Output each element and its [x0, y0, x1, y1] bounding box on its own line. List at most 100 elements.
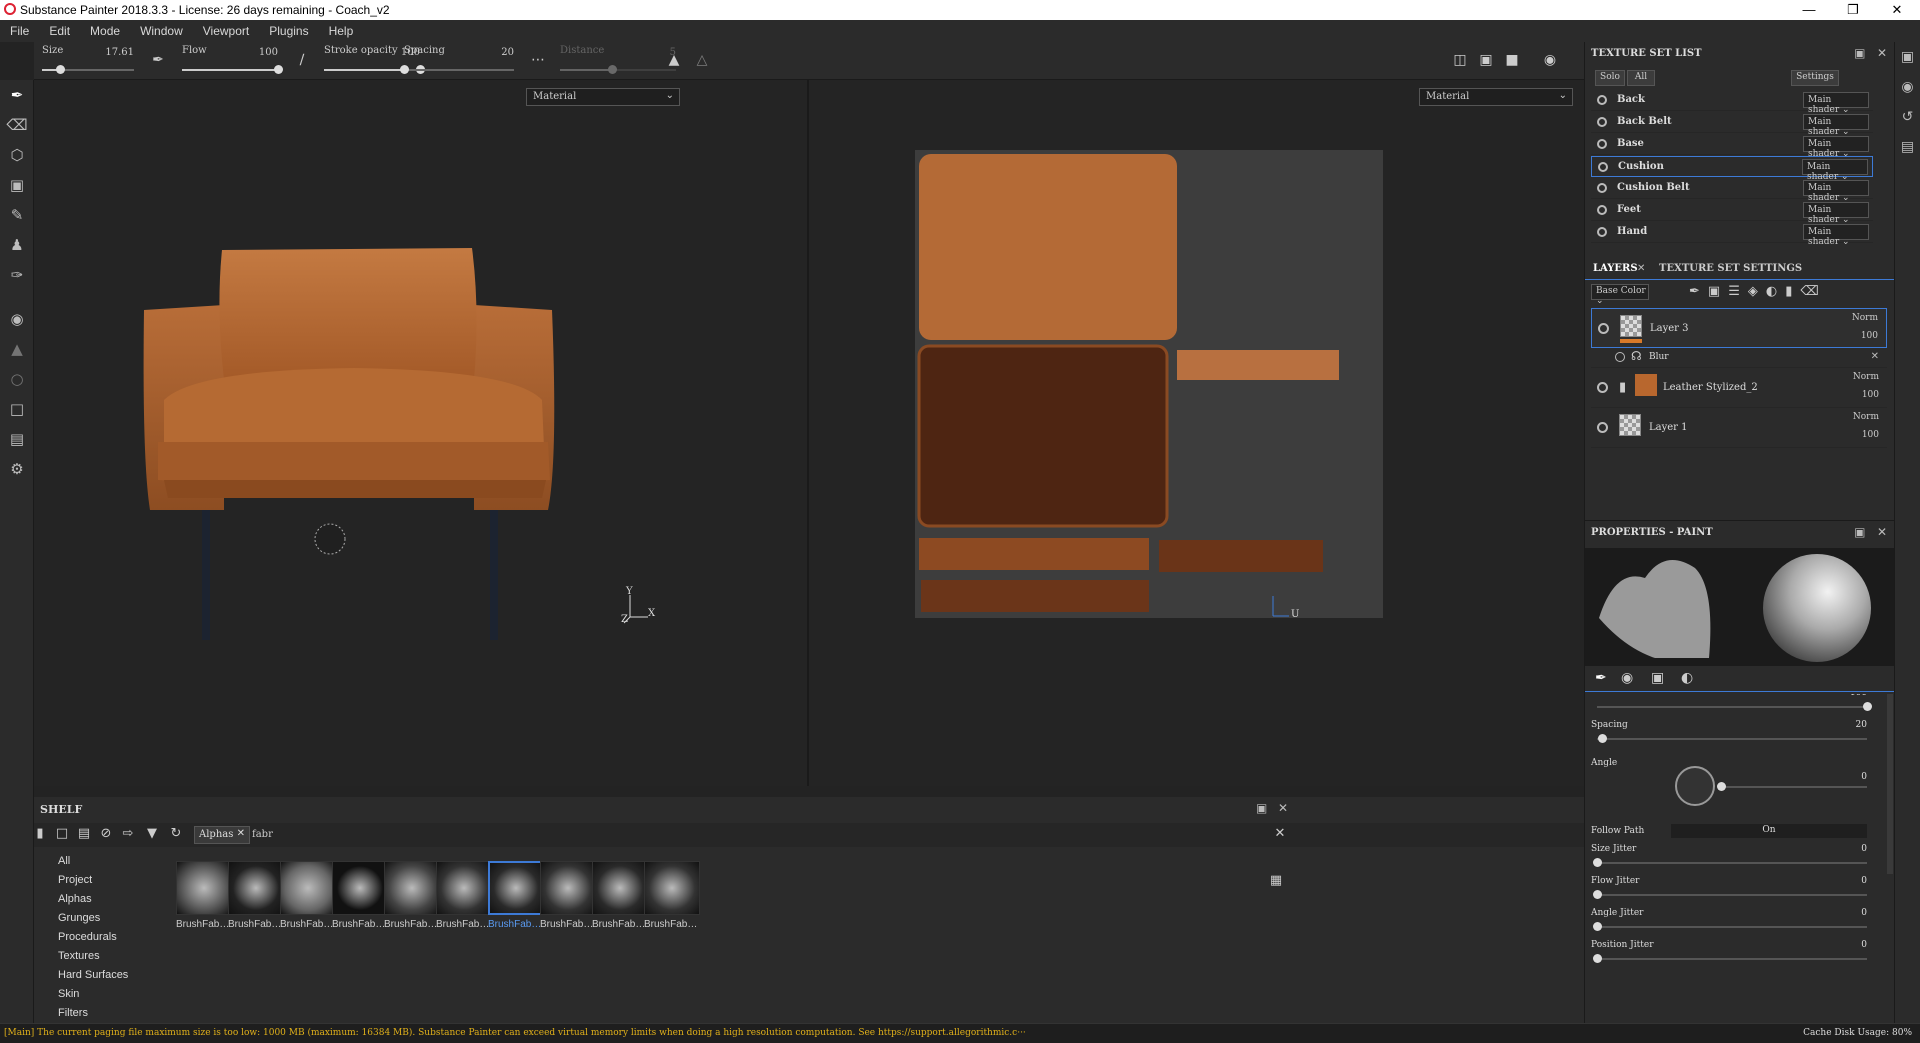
- filter-icon[interactable]: ▼: [142, 826, 162, 844]
- flow-jitter-value[interactable]: 0: [1861, 876, 1867, 886]
- menu-file[interactable]: File: [0, 20, 39, 38]
- prop-angle-jitter[interactable]: Angle Jitter 0: [1591, 908, 1873, 938]
- import-icon[interactable]: ⇨: [118, 826, 138, 844]
- log-icon[interactable]: ▤: [1895, 132, 1920, 162]
- texture-set-row[interactable]: Cushion Main shader ⌄: [1591, 156, 1873, 182]
- category-alphas[interactable]: Alphas: [34, 891, 164, 910]
- add-folder-icon[interactable]: ▮: [1785, 284, 1800, 299]
- history-icon[interactable]: ↺: [1895, 102, 1920, 132]
- add-paint-layer-icon[interactable]: ◈: [1748, 284, 1766, 299]
- flow-jitter-handle[interactable]: [1593, 890, 1602, 899]
- size-slider-handle[interactable]: [56, 65, 66, 74]
- shelf-item[interactable]: BrushFabri...: [436, 861, 492, 939]
- solo-button[interactable]: Solo: [1595, 70, 1625, 86]
- prop-follow-path[interactable]: Follow Path On: [1591, 824, 1873, 844]
- smudge-icon[interactable]: ✎: [0, 200, 34, 230]
- visibility-eye-icon[interactable]: [1598, 162, 1608, 172]
- texture-set-settings-dropdown[interactable]: Settings: [1791, 70, 1839, 86]
- effect-visibility-icon[interactable]: [1615, 352, 1625, 362]
- clone-stamp-icon[interactable]: ♟: [0, 230, 34, 260]
- category-procedurals[interactable]: Procedurals: [34, 929, 164, 948]
- spacing-slider[interactable]: Spacing 20: [396, 42, 520, 80]
- grid-view-icon[interactable]: ▦: [1266, 873, 1286, 891]
- polygon-fill-icon[interactable]: ▣: [0, 170, 34, 200]
- flow-slider-handle[interactable]: [274, 65, 283, 74]
- shelf-item[interactable]: BrushFabri...: [384, 861, 440, 939]
- screenshot-icon[interactable]: ◉: [1540, 50, 1560, 70]
- hide-icon[interactable]: ⊘: [96, 826, 116, 844]
- clear-search-icon[interactable]: ✕: [1270, 826, 1290, 844]
- position-jitter-handle[interactable]: [1593, 954, 1602, 963]
- menu-help[interactable]: Help: [319, 20, 364, 38]
- shader-settings-icon[interactable]: ◉: [1895, 72, 1920, 102]
- tab-texture-set-settings[interactable]: TEXTURE SET SETTINGS: [1659, 263, 1802, 274]
- prop-stroke-opacity[interactable]: 100: [1591, 694, 1873, 711]
- filter-chip[interactable]: Alphas ✕: [194, 826, 250, 844]
- texture-set-row[interactable]: Back Belt Main shader ⌄: [1591, 112, 1873, 137]
- shelf-item[interactable]: BrushFabri...: [540, 861, 596, 939]
- split-view-icon[interactable]: ◫: [1450, 50, 1470, 70]
- size-value[interactable]: 17.61: [105, 47, 134, 58]
- shader-dropdown[interactable]: Main shader ⌄: [1803, 92, 1869, 115]
- save-icon[interactable]: ▤: [74, 826, 94, 844]
- visibility-eye-icon[interactable]: [1597, 117, 1607, 127]
- symmetry-settings-icon[interactable]: △: [692, 50, 712, 70]
- new-tab-icon[interactable]: □: [52, 826, 72, 844]
- texture-set-row[interactable]: Base Main shader ⌄: [1591, 134, 1873, 159]
- menu-edit[interactable]: Edit: [39, 20, 80, 38]
- prop-flow-jitter[interactable]: Flow Jitter 0: [1591, 876, 1873, 906]
- restore-icon[interactable]: ❐: [1830, 0, 1876, 20]
- delete-layer-icon[interactable]: ⌫: [1800, 284, 1826, 299]
- angle-jitter-handle[interactable]: [1593, 922, 1602, 931]
- status-message[interactable]: [Main] The current paging file maximum s…: [4, 1028, 1704, 1038]
- visibility-eye-icon[interactable]: [1597, 183, 1607, 193]
- layer-opacity[interactable]: 100: [1862, 430, 1879, 440]
- menu-mode[interactable]: Mode: [80, 20, 130, 38]
- shader-dropdown[interactable]: Main shader ⌄: [1803, 136, 1869, 159]
- angle-jitter-value[interactable]: 0: [1861, 908, 1867, 918]
- layer-opacity[interactable]: 100: [1862, 390, 1879, 400]
- paint-brush-icon[interactable]: ✒: [0, 80, 34, 110]
- refresh-icon[interactable]: ↻: [166, 826, 186, 844]
- visibility-eye-icon[interactable]: [1597, 95, 1607, 105]
- position-jitter-value[interactable]: 0: [1861, 940, 1867, 950]
- properties-scrollbar[interactable]: [1887, 694, 1893, 874]
- export-icon[interactable]: ▤: [0, 424, 34, 454]
- shelf-item[interactable]: BrushFabri...: [644, 861, 700, 939]
- shelf-item[interactable]: BrushFabri...: [280, 861, 336, 939]
- close-panel-icon[interactable]: ✕: [1877, 525, 1887, 539]
- spacing-value[interactable]: 20: [501, 47, 514, 58]
- layer-row-leather-stylized[interactable]: ▮ Leather Stylized_2 Norm 100: [1591, 368, 1887, 408]
- shader-dropdown[interactable]: Main shader ⌄: [1802, 159, 1868, 182]
- angle-value[interactable]: 0: [1861, 772, 1867, 782]
- display-cube-icon[interactable]: ▣: [1476, 50, 1496, 70]
- blend-mode[interactable]: Norm: [1853, 412, 1879, 422]
- texture-set-row[interactable]: Hand Main shader ⌄: [1591, 222, 1873, 247]
- prop-size-jitter[interactable]: Size Jitter 0: [1591, 844, 1873, 874]
- layer-row-layer-1[interactable]: Layer 1 Norm 100: [1591, 408, 1887, 448]
- float-panel-icon[interactable]: ▣: [1854, 46, 1865, 60]
- add-smart-material-icon[interactable]: ◐: [1766, 284, 1785, 299]
- category-filters[interactable]: Filters: [34, 1005, 164, 1024]
- close-panel-icon[interactable]: ✕: [1877, 46, 1887, 60]
- add-mask-icon[interactable]: ▣: [1708, 284, 1728, 299]
- flow-slider[interactable]: Flow 100: [174, 42, 284, 80]
- angle-dial[interactable]: [1675, 766, 1715, 806]
- follow-path-toggle[interactable]: On: [1671, 824, 1867, 838]
- properties-scroll[interactable]: 100 Spacing 20 Angle 0 Follow Path On Size…: [1585, 694, 1885, 1023]
- close-window-icon[interactable]: ✕: [1874, 0, 1920, 20]
- symmetry-icon[interactable]: ▲: [664, 50, 684, 70]
- pen-pressure-flow-icon[interactable]: ∕: [292, 50, 312, 70]
- prop-position-jitter[interactable]: Position Jitter 0: [1591, 940, 1873, 970]
- pen-pressure-size-icon[interactable]: ✒: [148, 50, 168, 70]
- layer-opacity[interactable]: 100: [1861, 331, 1878, 341]
- visibility-eye-icon[interactable]: [1597, 205, 1607, 215]
- texture-set-row[interactable]: Feet Main shader ⌄: [1591, 200, 1873, 225]
- category-textures[interactable]: Textures: [34, 948, 164, 967]
- menu-viewport[interactable]: Viewport: [193, 20, 259, 38]
- stroke-opacity-value[interactable]: 100: [1850, 694, 1867, 698]
- add-effect-icon[interactable]: ✒: [1689, 284, 1708, 299]
- color-picker-icon[interactable]: ✑: [0, 260, 34, 290]
- texture-set-row[interactable]: Back Main shader ⌄: [1591, 90, 1873, 115]
- size-jitter-handle[interactable]: [1593, 858, 1602, 867]
